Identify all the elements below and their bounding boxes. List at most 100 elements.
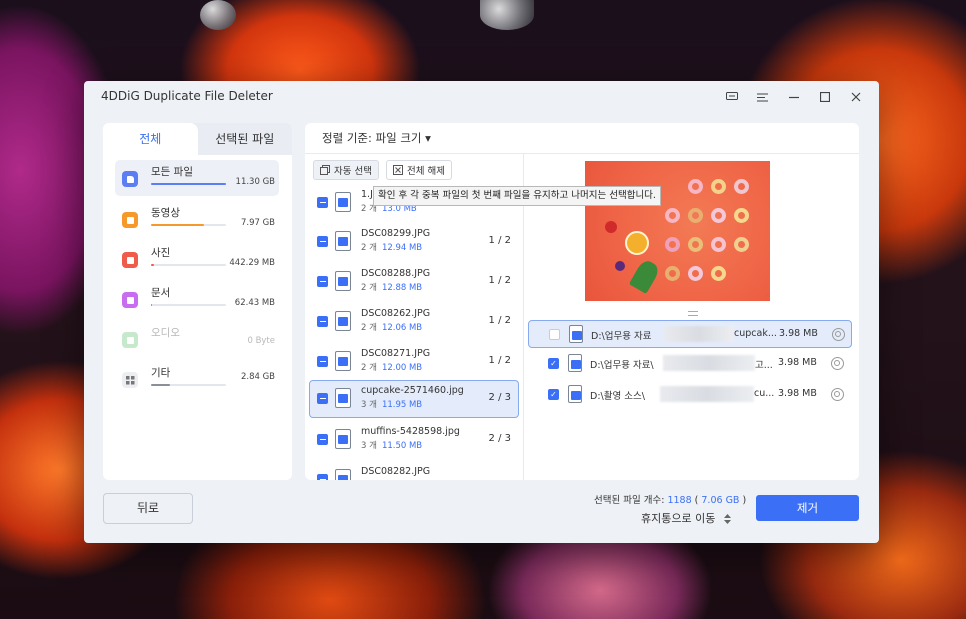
group-count: 2 개	[361, 323, 377, 333]
group-size: 12.00 MB	[381, 363, 423, 373]
auto-select-label: 자동 선택	[334, 166, 372, 177]
file-path-row[interactable]: ✓ D:\촬영 소스\ cu... 3.98 MB	[528, 381, 852, 409]
move-to-recycle-bin-label: 휴지통으로 이동	[641, 512, 716, 525]
file-path-tail: cu...	[754, 388, 775, 399]
auto-select-button[interactable]: 자동 선택	[313, 160, 379, 180]
category-size: 62.43 MB	[234, 298, 275, 308]
photo-icon	[122, 252, 138, 268]
feedback-icon[interactable]	[716, 87, 747, 107]
locate-file-icon[interactable]	[831, 388, 844, 401]
minimize-icon[interactable]	[778, 87, 809, 107]
category-video[interactable]: 동영상 7.97 GB	[115, 201, 279, 237]
group-selection-fraction: 1 / 2	[488, 315, 511, 326]
selected-count: 1188	[667, 495, 692, 506]
deselect-all-button[interactable]: 전체 해제	[386, 160, 452, 180]
maximize-icon[interactable]	[809, 87, 840, 107]
group-checkbox[interactable]	[317, 276, 328, 287]
image-file-icon	[335, 388, 351, 408]
group-file-name: DSC08282.JPG	[361, 466, 431, 477]
group-selection-fraction: 1 / 2	[488, 235, 511, 246]
file-path-row[interactable]: ✓ D:\업무용 자료\ 고... 3.98 MB	[528, 350, 852, 378]
category-size: 0 Byte	[247, 336, 275, 346]
group-count: 2 개	[361, 363, 377, 373]
file-checkbox[interactable]	[549, 329, 560, 340]
file-size: 3.98 MB	[779, 328, 818, 339]
image-file-icon	[568, 385, 582, 403]
move-to-recycle-bin-dropdown[interactable]: 휴지통으로 이동	[641, 510, 732, 526]
group-count: 3 개	[361, 441, 377, 451]
file-path: D:\업무용 자료\	[590, 360, 654, 371]
category-all-files[interactable]: 모든 파일 11.30 GB	[115, 160, 279, 196]
resize-handle[interactable]	[688, 311, 698, 316]
close-icon[interactable]	[840, 87, 871, 107]
group-checkbox[interactable]	[317, 197, 328, 208]
all-files-icon	[122, 171, 138, 187]
menu-icon[interactable]	[747, 87, 778, 107]
duplicate-group-row[interactable]: DSC08282.JPG	[309, 461, 519, 480]
image-file-icon	[335, 192, 351, 212]
group-checkbox[interactable]	[317, 393, 328, 404]
category-label: 모든 파일	[151, 166, 193, 178]
image-file-icon	[335, 231, 351, 251]
group-checkbox[interactable]	[317, 236, 328, 247]
group-checkbox[interactable]	[317, 474, 328, 480]
redacted-path	[664, 326, 734, 342]
title-bar: 4DDiG Duplicate File Deleter	[84, 81, 879, 113]
category-label: 동영상	[151, 207, 180, 219]
category-size: 7.97 GB	[240, 218, 275, 228]
group-size: 11.50 MB	[381, 441, 423, 451]
duplicate-group-row[interactable]: DSC08271.JPG 2 개 12.00 MB 1 / 2	[309, 343, 519, 381]
group-file-name: muffins-5428598.jpg	[361, 426, 460, 437]
back-button[interactable]: 뒤로	[103, 493, 193, 524]
image-file-icon	[335, 271, 351, 291]
image-file-icon	[335, 351, 351, 371]
tab-all[interactable]: 전체	[103, 123, 198, 155]
group-file-name: DSC08299.JPG	[361, 228, 431, 239]
duplicate-group-row-selected[interactable]: cupcake-2571460.jpg 3 개 11.95 MB 2 / 3	[309, 380, 519, 418]
app-title: 4DDiG Duplicate File Deleter	[101, 89, 273, 103]
group-selection-fraction: 2 / 3	[488, 392, 511, 403]
duplicate-group-row[interactable]: DSC08299.JPG 2 개 12.94 MB 1 / 2	[309, 223, 519, 261]
image-file-icon	[335, 311, 351, 331]
file-checkbox[interactable]: ✓	[548, 389, 559, 400]
file-path-tail: 고...	[755, 360, 773, 371]
duplicate-group-row[interactable]: DSC08288.JPG 2 개 12.88 MB 1 / 2	[309, 263, 519, 301]
file-path: D:\촬영 소스\	[590, 391, 645, 402]
group-checkbox[interactable]	[317, 434, 328, 445]
duplicate-group-row[interactable]: muffins-5428598.jpg 3 개 11.50 MB 2 / 3	[309, 421, 519, 459]
file-size: 3.98 MB	[778, 357, 817, 368]
group-checkbox[interactable]	[317, 316, 328, 327]
group-size: 12.88 MB	[381, 283, 423, 293]
remove-button[interactable]: 제거	[756, 495, 859, 521]
file-path-row[interactable]: D:\업무용 자료 cupcak... 3.98 MB	[528, 320, 852, 348]
video-icon	[122, 212, 138, 228]
category-label: 기타	[151, 367, 171, 379]
group-file-name: DSC08262.JPG	[361, 308, 431, 319]
group-selection-fraction: 1 / 2	[488, 275, 511, 286]
group-checkbox[interactable]	[317, 356, 328, 367]
sort-dropdown[interactable]: 정렬 기준: 파일 크기 ▾	[322, 130, 431, 146]
selected-size: 7.06 GB	[701, 495, 740, 506]
category-photo[interactable]: 사진 442.29 MB	[115, 241, 279, 277]
category-size: 11.30 GB	[235, 177, 275, 187]
image-file-icon	[335, 469, 351, 480]
locate-file-icon[interactable]	[832, 328, 845, 341]
category-size: 2.84 GB	[240, 372, 275, 382]
duplicate-group-row[interactable]: DSC08262.JPG 2 개 12.06 MB 1 / 2	[309, 303, 519, 341]
category-size: 442.29 MB	[229, 258, 275, 268]
image-file-icon	[569, 325, 583, 343]
group-count: 2 개	[361, 283, 377, 293]
tab-selected-files[interactable]: 선택된 파일	[198, 123, 293, 155]
other-icon	[122, 372, 138, 388]
file-checkbox[interactable]: ✓	[548, 358, 559, 369]
file-path: D:\업무용 자료	[591, 331, 652, 342]
deselect-all-label: 전체 해제	[407, 166, 445, 177]
deselect-icon	[393, 165, 403, 175]
selection-label: 선택된 파일 개수:	[594, 495, 668, 506]
category-other[interactable]: 기타 2.84 GB	[115, 361, 279, 397]
locate-file-icon[interactable]	[831, 357, 844, 370]
document-icon	[122, 292, 138, 308]
group-file-name: DSC08288.JPG	[361, 268, 431, 279]
category-document[interactable]: 문서 62.43 MB	[115, 281, 279, 317]
category-audio[interactable]: 오디오 0 Byte	[115, 321, 279, 357]
